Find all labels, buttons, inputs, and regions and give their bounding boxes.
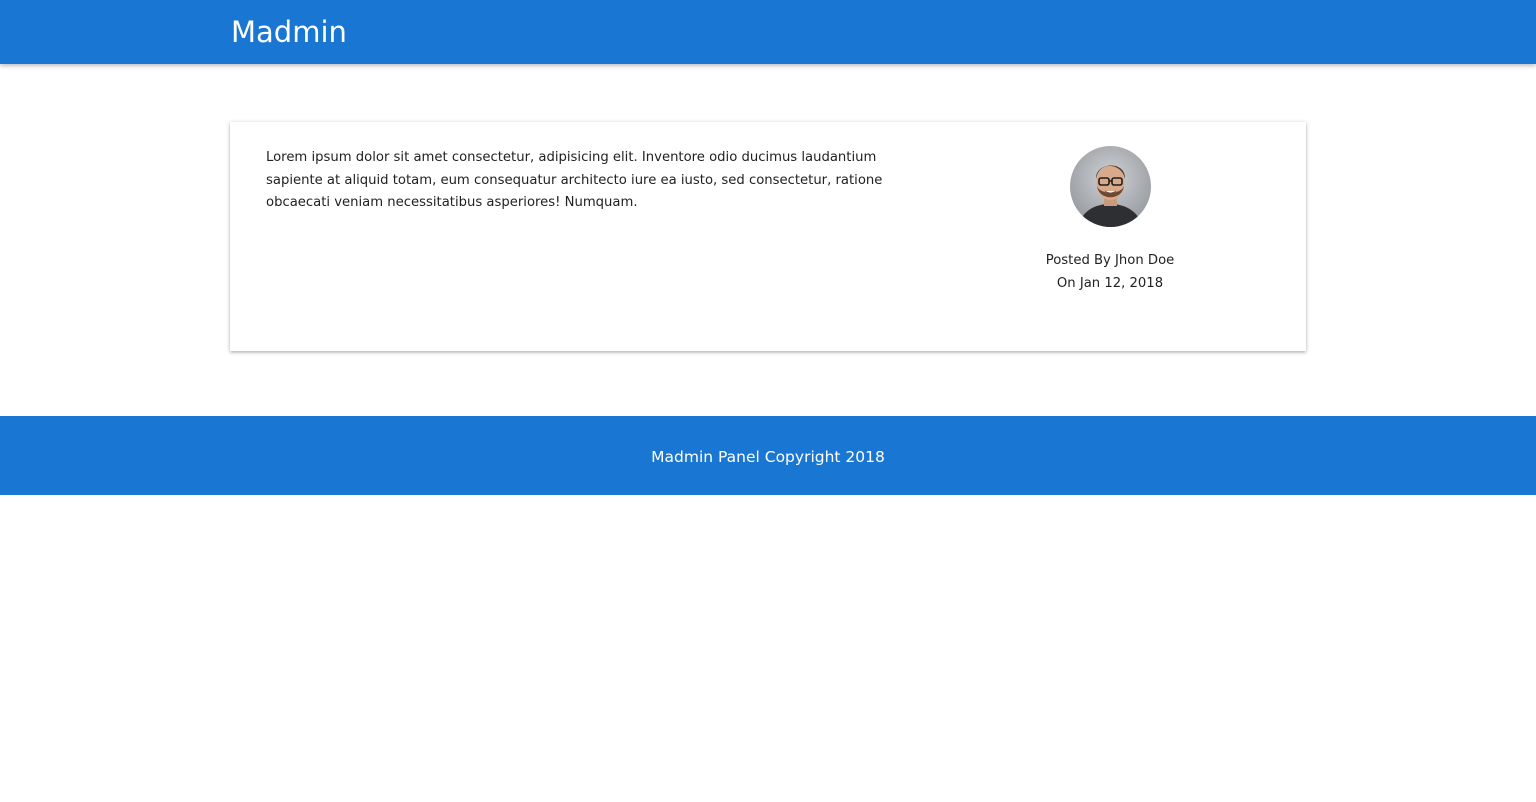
posted-on-label: On Jan 12, 2018 bbox=[1056, 276, 1164, 291]
author-avatar bbox=[1069, 146, 1151, 227]
post-meta: Posted By Jhon Doe On Jan 12, 2018 bbox=[1010, 249, 1210, 295]
footer-copyright: Madmin Panel Copyright 2018 bbox=[651, 448, 885, 466]
page-footer: Madmin Panel Copyright 2018 bbox=[0, 416, 1536, 495]
user-photo-icon bbox=[1069, 146, 1151, 227]
post-card: Lorem ipsum dolor sit amet consectetur, … bbox=[230, 122, 1306, 351]
post-author-info: Posted By Jhon Doe On Jan 12, 2018 bbox=[1010, 146, 1210, 295]
brand-logo-link[interactable]: Madmin bbox=[231, 14, 347, 50]
posted-by-label: Posted By Jhon Doe bbox=[1045, 253, 1175, 268]
top-navbar: Madmin bbox=[0, 0, 1536, 64]
post-body-text: Lorem ipsum dolor sit amet consectetur, … bbox=[266, 150, 883, 211]
